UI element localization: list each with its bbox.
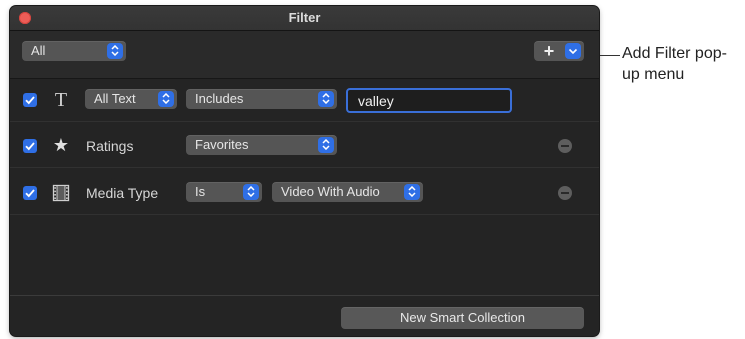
plus-icon: +	[543, 41, 555, 61]
chevron-updown-icon	[404, 184, 420, 200]
remove-filter-button[interactable]	[558, 139, 572, 153]
media-value-popup-label: Video With Audio	[281, 184, 380, 199]
chevron-updown-icon	[107, 43, 123, 59]
row-checkbox[interactable]	[23, 93, 37, 107]
match-all-popup-label: All	[31, 43, 46, 58]
search-text-input[interactable]	[346, 88, 512, 113]
text-icon: T	[54, 89, 68, 111]
star-icon: ★	[52, 135, 70, 156]
operator-popup[interactable]: Includes	[186, 89, 337, 109]
remove-filter-button[interactable]	[558, 186, 572, 200]
media-type-label: Media Type	[86, 185, 159, 201]
filter-row-media-type: Media Type Is Video With Audio	[10, 172, 599, 215]
row-checkbox[interactable]	[23, 186, 37, 200]
chevron-down-icon[interactable]	[565, 43, 581, 59]
chevron-updown-icon	[318, 91, 334, 107]
add-filter-popup[interactable]: +	[534, 41, 584, 61]
film-icon	[50, 181, 72, 205]
media-operator-popup-label: Is	[195, 184, 206, 199]
filter-row-text: T All Text Includes	[10, 79, 599, 122]
ratings-value-popup[interactable]: Favorites	[186, 135, 337, 155]
ratings-value-popup-label: Favorites	[195, 137, 249, 152]
chevron-updown-icon	[158, 91, 174, 107]
window-title: Filter	[288, 10, 321, 25]
chevron-updown-icon	[318, 137, 334, 153]
text-field-popup-label: All Text	[94, 91, 136, 106]
title-bar: Filter	[10, 6, 599, 31]
filter-toolbar: All +	[10, 31, 599, 79]
media-value-popup[interactable]: Video With Audio	[272, 182, 423, 202]
text-field-popup[interactable]: All Text	[85, 89, 177, 109]
operator-popup-label: Includes	[195, 91, 244, 106]
callout-label: Add Filter pop-up menu	[622, 45, 727, 83]
chevron-updown-icon	[243, 184, 259, 200]
match-all-popup[interactable]: All	[22, 41, 126, 61]
callout-leader-line	[600, 55, 620, 56]
ratings-label: Ratings	[86, 138, 134, 154]
new-smart-collection-button[interactable]: New Smart Collection	[341, 307, 584, 329]
filter-window: Filter All + T All Text Includes valley …	[10, 6, 599, 336]
row-checkbox[interactable]	[23, 139, 37, 153]
footer-divider	[10, 295, 599, 296]
media-operator-popup[interactable]: Is	[186, 182, 262, 202]
filter-row-ratings: ★ Ratings Favorites	[10, 125, 599, 168]
